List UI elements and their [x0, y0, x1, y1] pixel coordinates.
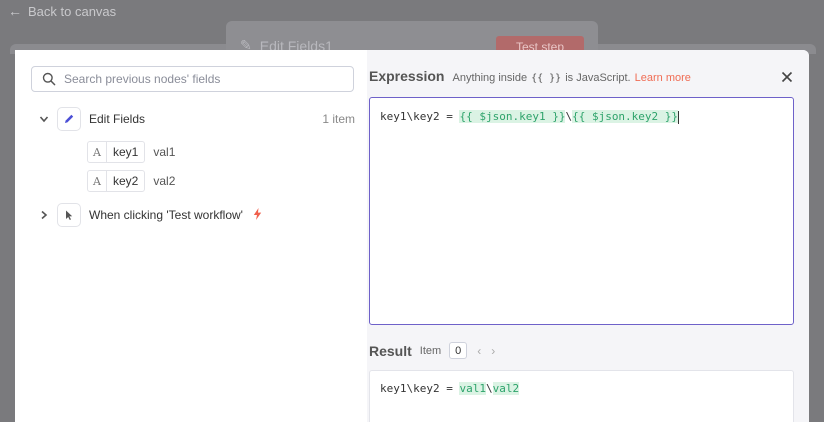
field-value: val2: [153, 174, 176, 188]
result-output: key1\key2 = val1\val2: [369, 370, 794, 422]
pencil-icon: [57, 107, 81, 131]
field-name: key2: [106, 171, 144, 191]
field-value: val1: [153, 145, 176, 159]
expression-title: Expression: [369, 68, 445, 84]
resolved-value: val1: [459, 382, 486, 395]
back-to-canvas-label: Back to canvas: [28, 3, 117, 19]
expression-panel: Expression Anything inside {{ }} is Java…: [367, 50, 809, 422]
node-edit-fields[interactable]: Edit Fields 1 item: [35, 106, 355, 132]
chevron-down-icon[interactable]: [35, 114, 53, 124]
field-pill[interactable]: A key1: [87, 141, 146, 163]
expression-hint: Anything inside {{ }} is JavaScript. Lea…: [452, 72, 691, 84]
result-header: Result Item 0 ‹ ›: [369, 342, 495, 359]
expression-token: {{ $json.key2 }}: [572, 110, 679, 123]
search-box[interactable]: [31, 66, 354, 92]
item-label: Item: [419, 344, 442, 357]
text-caret: [678, 110, 680, 124]
chevron-right-icon[interactable]: [35, 210, 53, 220]
field-name: key1: [106, 142, 144, 162]
back-to-canvas-link[interactable]: ← Back to canvas: [8, 3, 116, 19]
code-text: key1\key2 =: [380, 110, 460, 123]
expression-token: {{ $json.key1 }}: [459, 110, 566, 123]
bolt-icon: [253, 207, 262, 223]
item-pager: ‹ ›: [477, 344, 495, 358]
node-manual-trigger[interactable]: When clicking 'Test workflow': [35, 202, 355, 228]
search-icon: [42, 72, 56, 86]
search-input[interactable]: [64, 72, 334, 86]
result-title: Result: [369, 342, 412, 359]
close-button[interactable]: [781, 68, 793, 86]
field-row-key1[interactable]: A key1 val1: [87, 141, 175, 163]
expression-header: Expression Anything inside {{ }} is Java…: [369, 68, 691, 84]
node-name: Edit Fields: [89, 112, 146, 126]
expression-editor[interactable]: key1\key2 = {{ $json.key1 }}\{{ $json.ke…: [369, 97, 794, 325]
field-pill[interactable]: A key2: [87, 170, 146, 192]
node-name: When clicking 'Test workflow': [89, 208, 243, 222]
resolved-value: val2: [492, 382, 520, 395]
close-icon: [781, 71, 793, 83]
string-type-icon: A: [93, 174, 101, 188]
input-fields-panel: Edit Fields 1 item A key1 val1 A key2 va…: [15, 50, 367, 422]
node-item-count: 1 item: [322, 112, 355, 126]
arrow-left-icon: ←: [8, 3, 22, 19]
item-index-input[interactable]: 0: [449, 342, 468, 359]
result-text: key1\key2 =: [380, 382, 460, 395]
result-text: \: [485, 382, 493, 395]
chevron-left-icon[interactable]: ‹: [477, 344, 481, 358]
field-row-key2[interactable]: A key2 val2: [87, 170, 175, 192]
cursor-icon: [57, 203, 81, 227]
chevron-right-icon[interactable]: ›: [491, 344, 495, 358]
expression-editor-modal: Edit Fields 1 item A key1 val1 A key2 va…: [15, 50, 809, 422]
string-type-icon: A: [93, 145, 101, 159]
learn-more-link[interactable]: Learn more: [635, 72, 691, 84]
